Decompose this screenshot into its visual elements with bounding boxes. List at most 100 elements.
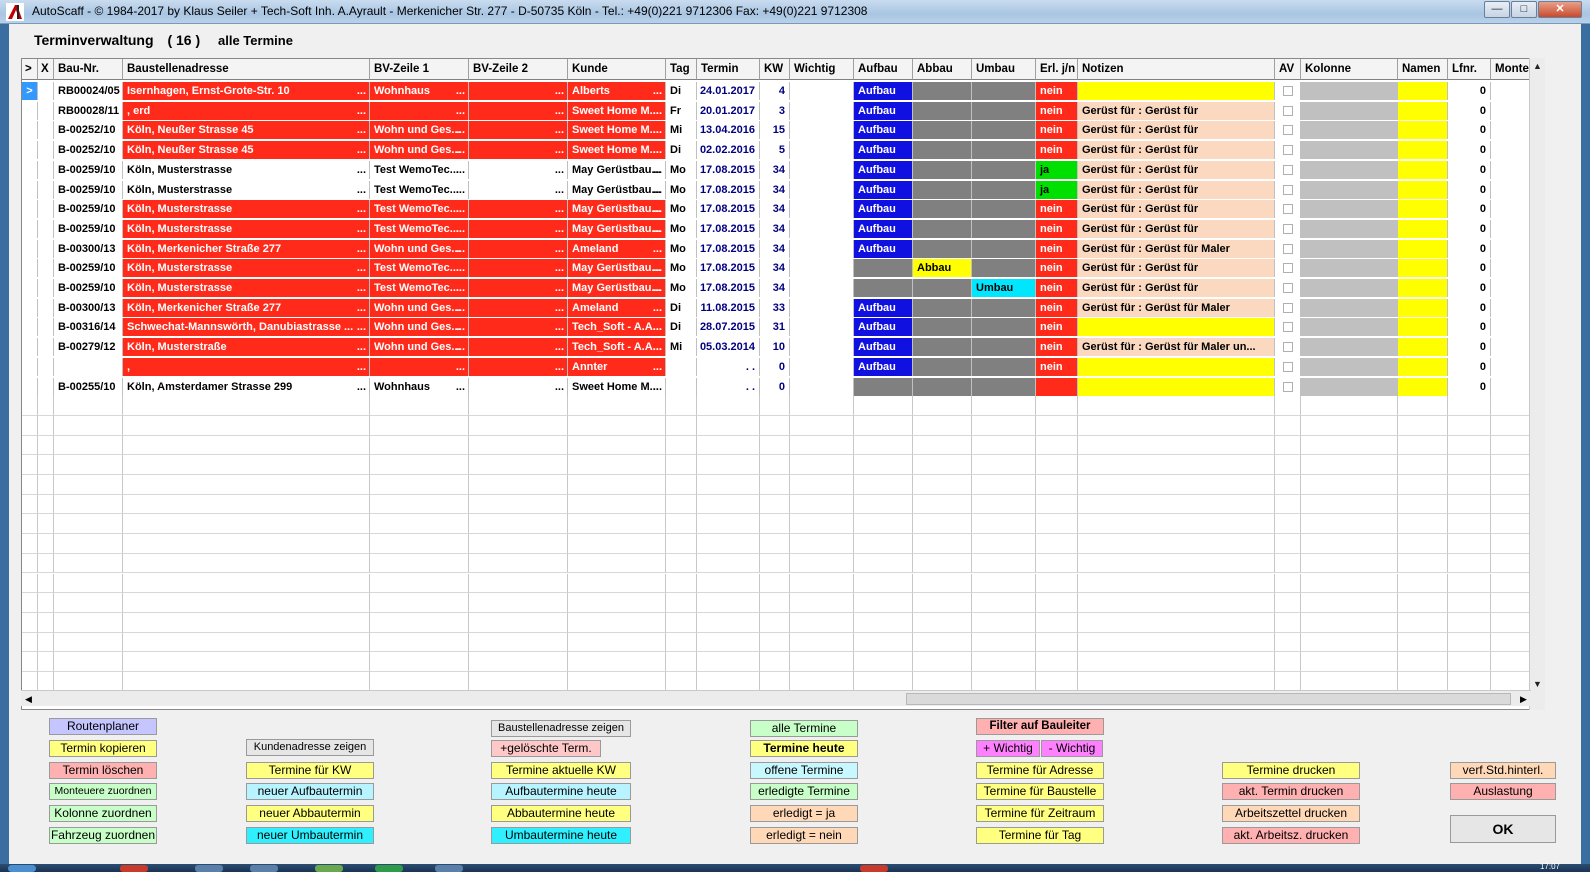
col-wichtig-cell[interactable] [790, 279, 854, 297]
table-row[interactable] [22, 553, 1542, 574]
col-kw-cell[interactable]: 31 [760, 318, 790, 337]
col-termin-cell[interactable]: 11.08.2015 [697, 298, 760, 317]
col-x-cell[interactable] [38, 652, 54, 672]
av-checkbox[interactable] [1282, 204, 1293, 215]
col-bv2-cell[interactable] [469, 415, 568, 436]
col-termin-cell[interactable] [697, 652, 760, 672]
av-checkbox[interactable] [1282, 361, 1293, 372]
col-termin-cell[interactable] [697, 632, 760, 653]
col-x-cell[interactable] [38, 279, 54, 297]
taskbar-app-icon[interactable] [250, 865, 278, 872]
termine-heute-button[interactable]: Termine heute [750, 740, 858, 757]
neuer-aufbautermin-button[interactable]: neuer Aufbautermin [246, 783, 374, 800]
cell-ellipsis-button[interactable]: ... [653, 299, 662, 317]
cell-ellipsis-button[interactable]: ... [555, 161, 564, 179]
col-umbau-cell[interactable] [972, 435, 1036, 456]
col-kolonne-cell[interactable] [1301, 101, 1398, 120]
col-adresse-cell[interactable] [123, 652, 370, 672]
col-abbau-cell[interactable] [913, 475, 972, 495]
col-umbau-cell[interactable] [972, 455, 1036, 475]
col-kolonne-header[interactable]: Kolonne [1301, 59, 1398, 80]
col-notizen-cell[interactable] [1078, 534, 1275, 554]
col-aufbau-cell[interactable]: Aufbau [854, 318, 913, 337]
col-namen-cell[interactable] [1398, 338, 1448, 357]
col-namen-cell[interactable] [1398, 612, 1448, 633]
col-namen-cell[interactable] [1398, 279, 1448, 297]
col-bv2-cell[interactable] [469, 553, 568, 574]
col-aufbau-cell[interactable]: Aufbau [854, 141, 913, 160]
col-adresse-cell[interactable]: Schwechat-Mannswörth, Danubiastrasse ...… [123, 318, 370, 337]
cell-ellipsis-button[interactable]: ... [456, 299, 465, 317]
cell-ellipsis-button[interactable]: ... [357, 181, 366, 199]
col-kw-cell[interactable]: 33 [760, 298, 790, 317]
col-termin-cell[interactable]: 17.08.2015 [697, 259, 760, 278]
termine-adresse-button[interactable]: Termine für Adresse [976, 762, 1104, 779]
col-kw-cell[interactable] [760, 573, 790, 594]
col-notizen-cell[interactable] [1078, 475, 1275, 495]
col-termin-cell[interactable] [697, 455, 760, 475]
cell-ellipsis-button[interactable]: ... [357, 338, 366, 356]
col-namen-cell[interactable] [1398, 318, 1448, 337]
col-erl-cell[interactable]: nein [1036, 219, 1078, 238]
col-kolonne-cell[interactable] [1301, 396, 1398, 416]
col-adresse-cell[interactable] [123, 672, 370, 692]
col-x-cell[interactable] [38, 415, 54, 436]
col-av-cell[interactable] [1275, 612, 1301, 633]
col-namen-cell[interactable] [1398, 239, 1448, 258]
kolonne-zuordnen-button[interactable]: Kolonne zuordnen [49, 805, 157, 822]
col-wichtig-cell[interactable] [790, 455, 854, 475]
col-lfnr-cell[interactable] [1448, 652, 1491, 672]
col-kolonne-cell[interactable] [1301, 82, 1398, 100]
col-notizen-cell[interactable]: Gerüst für : Gerüst für [1078, 180, 1275, 199]
col-wichtig-cell[interactable] [790, 219, 854, 238]
cell-ellipsis-button[interactable]: ... [653, 121, 662, 139]
termine-drucken-button[interactable]: Termine drucken [1222, 762, 1360, 779]
col-bv1-cell[interactable]: ... [370, 101, 469, 120]
col-abbau-cell[interactable] [913, 632, 972, 653]
col-kunde-cell[interactable]: Sweet Home M...... [568, 101, 666, 120]
cell-ellipsis-button[interactable]: ... [456, 240, 465, 258]
col-erl-cell[interactable]: nein [1036, 279, 1078, 297]
col-tag-cell[interactable] [666, 553, 697, 574]
col-bv1-cell[interactable] [370, 553, 469, 574]
col-baunr-cell[interactable]: B-00259/10 [54, 259, 123, 278]
col-bv2-cell[interactable]: ... [469, 279, 568, 297]
col-x-cell[interactable] [38, 121, 54, 140]
table-row[interactable] [22, 494, 1542, 515]
col-x-cell[interactable] [38, 377, 54, 396]
av-checkbox[interactable] [1282, 302, 1293, 313]
termin-kopieren-button[interactable]: Termin kopieren [49, 740, 157, 757]
cell-ellipsis-button[interactable]: ... [357, 102, 366, 120]
cell-ellipsis-button[interactable]: ... [357, 240, 366, 258]
monteure-zuordnen-button[interactable]: Monteuere zuordnen [49, 783, 157, 800]
col-tag-cell[interactable]: Mo [666, 259, 697, 278]
col-bv2-cell[interactable]: ... [469, 121, 568, 140]
col-adresse-header[interactable]: Baustellenadresse [123, 59, 370, 80]
col-termin-cell[interactable] [697, 593, 760, 613]
cell-ellipsis-button[interactable]: ... [653, 378, 662, 396]
col-av-cell[interactable] [1275, 593, 1301, 613]
col-kunde-cell[interactable] [568, 455, 666, 475]
table-row[interactable]: B-00259/10 Köln, Musterstrasse... Test Wem… [22, 199, 1542, 219]
col-abbau-cell[interactable] [913, 141, 972, 160]
col-abbau-cell[interactable] [913, 200, 972, 219]
minus-wichtig-button[interactable]: - Wichtig [1041, 740, 1103, 757]
umbautermine-heute-button[interactable]: Umbautermine heute [491, 827, 631, 844]
col-bv2-cell[interactable]: ... [469, 377, 568, 396]
table-row[interactable]: B-00300/13 Köln, Merkenicher Straße 277..… [22, 239, 1542, 259]
table-row[interactable]: B-00279/12 Köln, Musterstraße... Wohn und … [22, 337, 1542, 357]
col-notizen-cell[interactable] [1078, 672, 1275, 692]
table-row[interactable]: > RB00024/05 Isernhagen, Ernst-Grote-Str. … [22, 81, 1542, 101]
col-notizen-cell[interactable] [1078, 318, 1275, 337]
col-umbau-cell[interactable] [972, 338, 1036, 357]
col-abbau-cell[interactable] [913, 101, 972, 120]
cell-ellipsis-button[interactable]: ... [653, 220, 662, 238]
col-baunr-cell[interactable] [54, 534, 123, 554]
col-aufbau-cell[interactable] [854, 455, 913, 475]
col-kunde-cell[interactable] [568, 396, 666, 416]
col-umbau-cell[interactable] [972, 259, 1036, 278]
fahrzeug-zuordnen-button[interactable]: Fahrzeug zuordnen [49, 827, 157, 844]
cell-ellipsis-button[interactable]: ... [653, 240, 662, 258]
col-wichtig-cell[interactable] [790, 475, 854, 495]
cell-ellipsis-button[interactable]: ... [555, 121, 564, 139]
